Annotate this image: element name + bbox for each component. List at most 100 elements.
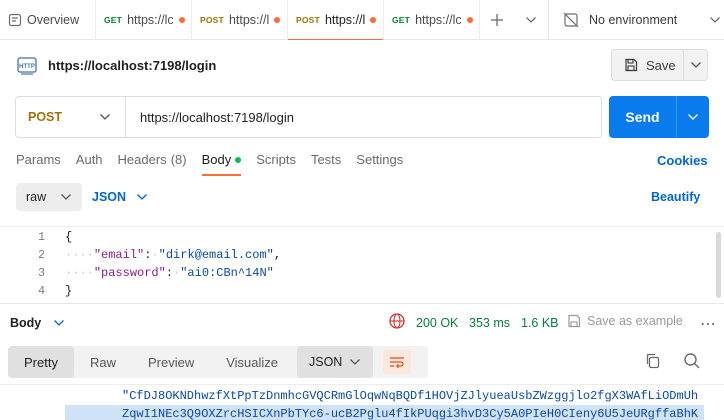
status-code[interactable]: 200 OK	[416, 316, 458, 330]
response-code-line-selected: ZqwI1NEc3Q9OXZrcHSICXnPbTYc6-ucB2Pglu4fI…	[65, 405, 705, 420]
save-options-button[interactable]	[684, 50, 707, 80]
json-string: "ai0:CBn^14N"	[180, 266, 274, 280]
environment-selector[interactable]: No environment	[548, 0, 724, 40]
url-input[interactable]	[126, 97, 601, 137]
editor-scrollbar[interactable]	[716, 232, 721, 298]
chevron-down-icon	[526, 17, 536, 23]
chevron-down-icon	[61, 194, 71, 200]
tab-label: https://lc	[127, 13, 174, 27]
save-as-example-button[interactable]: Save as example	[567, 314, 683, 328]
save-icon	[568, 314, 581, 328]
tab-label: https://l	[228, 13, 270, 27]
chevron-down-icon	[710, 17, 721, 23]
save-button-group: Save	[611, 49, 708, 81]
copy-button[interactable]	[644, 352, 662, 370]
search-button[interactable]	[683, 352, 701, 370]
response-format-label: JSON	[309, 355, 343, 369]
copy-icon	[646, 353, 660, 369]
send-button-group: Send	[609, 96, 709, 138]
tab-label: Body	[201, 152, 232, 167]
response-section-select[interactable]: Body	[10, 316, 65, 330]
code-text: ····"email":·"dirk@email.com",	[65, 248, 282, 262]
tab-method: POST	[296, 15, 320, 25]
tab-request-active[interactable]: POST https://l	[288, 0, 384, 40]
method-label: POST	[28, 110, 63, 124]
body-mode-select[interactable]: raw	[16, 183, 82, 211]
json-key: "password"	[93, 266, 166, 280]
save-label: Save	[646, 57, 676, 73]
chevron-down-icon	[100, 114, 110, 120]
code-line: 2 ····"email":·"dirk@email.com",	[0, 246, 718, 264]
send-options-button[interactable]	[677, 96, 709, 138]
tab-bar: Overview GET https://lc POST https://l P…	[0, 0, 724, 40]
url-bar: POST	[15, 96, 602, 138]
tab-params[interactable]: Params	[16, 150, 61, 176]
tabs-dropdown-button[interactable]	[514, 0, 548, 40]
line-number: 2	[38, 248, 45, 262]
svg-text:HTTP: HTTP	[19, 64, 35, 70]
response-format-select[interactable]: JSON	[297, 346, 373, 378]
tab-label: Tests	[310, 152, 342, 167]
tab-preview[interactable]: Preview	[132, 346, 210, 378]
wrap-lines-button[interactable]	[383, 350, 411, 374]
tab-auth[interactable]: Auth	[76, 150, 103, 176]
code-text: {	[65, 230, 73, 244]
request-body-editor[interactable]: 1 { 2 ····"email":·"dirk@email.com", 3 ·…	[0, 226, 724, 298]
tab-request[interactable]: GET https://lc	[96, 0, 192, 40]
response-time[interactable]: 353 ms	[469, 316, 510, 330]
tab-visualize[interactable]: Visualize	[210, 346, 294, 378]
response-code-line: "CfDJ8OKNDhwzfXtPpTzDnmhcGVQCRmGlOqwNqBQ…	[122, 389, 699, 403]
request-header: HTTP https://localhost:7198/login Save	[0, 40, 724, 92]
response-body-viewer[interactable]: "CfDJ8OKNDhwzfXtPpTzDnmhcGVQCRmGlOqwNqBQ…	[0, 384, 724, 420]
globe-icon[interactable]	[388, 312, 406, 330]
tab-scripts[interactable]: Scripts	[256, 150, 296, 176]
tab-request[interactable]: GET https://lc	[384, 0, 480, 40]
tab-body[interactable]: Body	[201, 150, 242, 176]
response-header: Body 200 OK 353 ms 1.6 KB Save as exampl…	[0, 304, 724, 340]
unsaved-dot	[370, 17, 377, 23]
tab-overview[interactable]: Overview	[0, 0, 96, 40]
chevron-down-icon	[137, 194, 148, 200]
response-size[interactable]: 1.6 KB	[521, 316, 559, 330]
beautify-button[interactable]: Beautify	[651, 190, 700, 204]
wrap-lines-icon	[390, 357, 404, 369]
json-key: "email"	[93, 248, 145, 262]
send-button[interactable]: Send	[609, 96, 677, 138]
unsaved-dot	[274, 17, 281, 23]
overview-icon	[8, 13, 22, 27]
cookies-link[interactable]: Cookies	[657, 153, 708, 168]
request-tabs: Params Auth Headers (8) Body Scripts Test…	[16, 150, 418, 176]
tab-method: POST	[200, 15, 224, 25]
chevron-down-icon	[54, 320, 65, 326]
method-selector[interactable]: POST	[16, 97, 126, 137]
tab-request[interactable]: POST https://l	[192, 0, 288, 40]
request-title[interactable]: https://localhost:7198/login	[48, 58, 216, 73]
body-language-select[interactable]: JSON	[92, 183, 148, 211]
tab-label: Settings	[356, 152, 404, 167]
tab-label: Overview	[27, 13, 80, 27]
line-number: 4	[38, 284, 45, 298]
code-text: ····"password":·"ai0:CBn^14N"	[65, 266, 274, 280]
chevron-down-icon	[690, 62, 701, 68]
http-request-icon: HTTP	[17, 57, 37, 75]
headers-count: (8)	[170, 152, 187, 167]
response-body-label: Body	[10, 316, 42, 330]
tab-settings[interactable]: Settings	[356, 150, 403, 176]
save-button[interactable]: Save	[612, 50, 684, 80]
tab-label: Scripts	[256, 152, 296, 167]
tab-headers[interactable]: Headers (8)	[118, 150, 187, 176]
tab-raw[interactable]: Raw	[74, 346, 132, 378]
tab-label: Params	[16, 152, 61, 167]
new-tab-button[interactable]	[480, 0, 514, 40]
save-icon	[625, 58, 638, 72]
json-string: "dirk@email.com"	[158, 248, 274, 262]
tab-pretty[interactable]: Pretty	[8, 346, 74, 378]
line-number: 3	[38, 266, 45, 280]
environment-label: No environment	[589, 13, 678, 27]
chevron-down-icon	[688, 114, 698, 120]
tab-method: GET	[392, 15, 411, 25]
unsaved-dot	[178, 17, 185, 23]
unsaved-dot	[466, 17, 473, 23]
tab-tests[interactable]: Tests	[311, 150, 341, 176]
more-options-icon[interactable]: ⋯	[700, 314, 717, 334]
